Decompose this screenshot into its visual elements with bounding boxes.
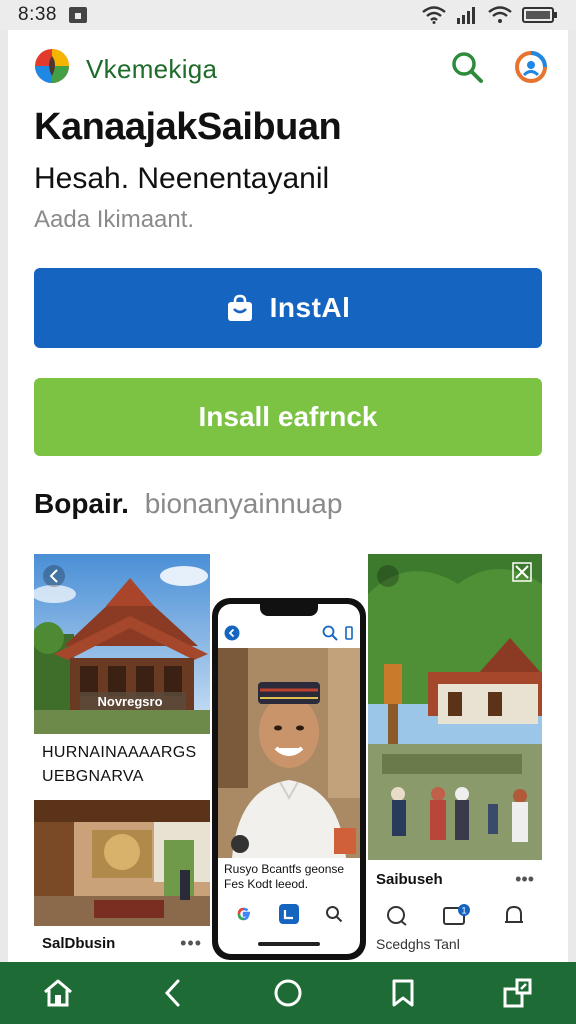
screenshot-right[interactable]: Saibuseh ••• 1 Scedghs Tanl bbox=[368, 554, 542, 962]
signal-icon bbox=[457, 7, 475, 24]
nav-circle-button[interactable] bbox=[258, 963, 318, 1023]
phone-caption: Rusyo Bcantfs geonse Fes Kodt leeod. bbox=[224, 862, 344, 892]
more-options-icon[interactable]: ••• bbox=[180, 933, 202, 954]
house-photo: Novregsro bbox=[34, 554, 210, 734]
screenshot-left[interactable]: Novregsro HURNAINAAAARGS UEBGNARVA SalDb… bbox=[34, 554, 210, 962]
phone-caption-line2: Fes Kodt leeod. bbox=[224, 877, 309, 891]
nav-back-button[interactable] bbox=[143, 963, 203, 1023]
notification-badge: 1 bbox=[461, 906, 466, 916]
left-footer: SalDbusin ••• bbox=[34, 926, 210, 960]
section-label: Bopair. bbox=[34, 488, 129, 519]
app-bar: Vkemekiga bbox=[8, 48, 568, 88]
app-meta: Aada Ikimaant. bbox=[34, 206, 195, 233]
app-listing-card: Vkemekiga KanaajakSaibuan Hesah. Neenent… bbox=[8, 30, 568, 962]
app-logo-icon[interactable] bbox=[34, 48, 70, 84]
app-title: KanaajakSaibuan bbox=[34, 106, 342, 148]
left-caption: HURNAINAAAARGS UEBGNARVA bbox=[34, 736, 210, 798]
section-hint: bionanyainnuap bbox=[144, 488, 343, 519]
menu-icon[interactable] bbox=[344, 625, 354, 641]
google-icon[interactable] bbox=[235, 905, 253, 923]
profile-icon[interactable] bbox=[514, 50, 548, 84]
bell-icon[interactable] bbox=[503, 904, 525, 928]
install-button[interactable]: InstAl bbox=[34, 268, 542, 348]
bag-icon bbox=[227, 294, 252, 321]
share-icon bbox=[503, 978, 532, 1008]
banner-text: Novregsro bbox=[97, 694, 162, 709]
bookmark-icon bbox=[392, 979, 414, 1007]
home-indicator-icon bbox=[68, 7, 87, 23]
phone-dock bbox=[218, 896, 360, 932]
battery-icon bbox=[522, 7, 557, 23]
home-icon bbox=[43, 979, 72, 1007]
developer-name[interactable]: Hesah. Neenentayanil bbox=[34, 162, 329, 196]
nav-bookmark-button[interactable] bbox=[373, 963, 433, 1023]
left-caption-line2: UEBGNARVA bbox=[42, 768, 144, 785]
status-icons bbox=[422, 6, 558, 24]
search-icon[interactable] bbox=[325, 905, 343, 923]
interior-photo bbox=[34, 800, 210, 926]
left-caption-line1: HURNAINAAAARGS bbox=[42, 744, 197, 761]
nav-home-button[interactable] bbox=[28, 963, 88, 1023]
search-icon[interactable] bbox=[322, 625, 338, 641]
chat-icon[interactable] bbox=[385, 904, 409, 928]
more-options-icon[interactable]: ••• bbox=[515, 869, 534, 890]
phone-caption-line1: Rusyo Bcantfs geonse bbox=[224, 862, 345, 876]
back-icon bbox=[164, 979, 180, 1007]
wifi-icon bbox=[488, 6, 512, 23]
wifi-icon bbox=[422, 6, 446, 24]
person-photo bbox=[218, 648, 360, 858]
status-time: 8:38 bbox=[18, 4, 57, 25]
message-icon[interactable]: 1 bbox=[442, 904, 470, 928]
nav-share-button[interactable] bbox=[488, 963, 548, 1023]
right-caption: Scedghs Tanl bbox=[376, 936, 460, 952]
app-tile-icon[interactable] bbox=[279, 904, 299, 924]
right-icon-row: 1 bbox=[368, 898, 542, 934]
circle-home-icon bbox=[274, 979, 302, 1007]
status-bar: 8:38 bbox=[0, 0, 576, 30]
left-footer-label: SalDbusin bbox=[42, 934, 116, 952]
phone-notch bbox=[260, 604, 318, 616]
phone-screen: Rusyo Bcantfs geonse Fes Kodt leeod. bbox=[218, 604, 360, 954]
section-header: Bopair. bionanyainnuap bbox=[34, 488, 342, 520]
phone-home-bar bbox=[258, 942, 320, 946]
screenshot-carousel[interactable]: Novregsro HURNAINAAAARGS UEBGNARVA SalDb… bbox=[34, 554, 542, 962]
secondary-install-label: Insall eafrnck bbox=[198, 401, 378, 432]
right-footer: Saibuseh ••• bbox=[368, 862, 542, 896]
phone-topbar bbox=[218, 620, 360, 646]
app-name: Vkemekiga bbox=[86, 54, 218, 84]
screenshot-phone[interactable]: Rusyo Bcantfs geonse Fes Kodt leeod. bbox=[212, 598, 366, 960]
secondary-install-button[interactable]: Insall eafrnck bbox=[34, 378, 542, 456]
back-icon[interactable] bbox=[224, 625, 240, 641]
search-icon[interactable] bbox=[450, 50, 484, 84]
bottom-nav-bar bbox=[0, 962, 576, 1024]
install-label: InstAl bbox=[269, 292, 351, 323]
right-footer-label: Saibuseh bbox=[376, 870, 443, 888]
garden-photo bbox=[368, 554, 542, 860]
